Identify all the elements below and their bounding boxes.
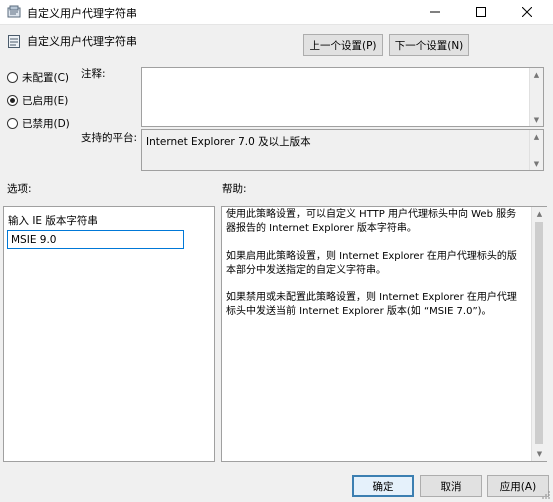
radio-label: 已禁用(D) xyxy=(22,118,70,130)
platform-scrollbar[interactable]: ▲ ▼ xyxy=(529,130,543,170)
supported-platform-label: 支持的平台: xyxy=(81,132,138,144)
close-button[interactable] xyxy=(504,0,550,24)
radio-button[interactable] xyxy=(7,118,18,129)
scroll-down-arrow-icon[interactable]: ▼ xyxy=(532,447,547,461)
help-paragraph: 使用此策略设置，可以自定义 HTTP 用户代理标头中向 Web 服务器报告的 I… xyxy=(226,209,517,234)
comment-scrollbar[interactable]: ▲ ▼ xyxy=(529,68,543,126)
help-label: 帮助: xyxy=(222,183,247,195)
ok-button[interactable]: 确定 xyxy=(352,475,414,497)
help-panel xyxy=(221,206,547,462)
comment-label: 注释: xyxy=(81,68,106,80)
policy-setting-icon xyxy=(8,35,20,48)
setting-title: 自定义用户代理字符串 xyxy=(27,35,137,48)
ie-version-string-input[interactable] xyxy=(7,230,184,249)
supported-platform-box: Internet Explorer 7.0 及以上版本 ▲ ▼ xyxy=(141,129,544,171)
minimize-button[interactable] xyxy=(412,0,458,24)
policy-window-icon xyxy=(7,5,21,18)
window-title: 自定义用户代理字符串 xyxy=(27,7,137,20)
next-setting-button[interactable]: 下一个设置(N) xyxy=(389,34,469,56)
scroll-down-arrow-icon[interactable]: ▼ xyxy=(530,157,543,170)
maximize-button[interactable] xyxy=(458,0,504,24)
ie-version-string-label: 输入 IE 版本字符串 xyxy=(8,215,98,227)
minimize-icon xyxy=(430,11,440,13)
radio-button[interactable] xyxy=(7,95,18,106)
supported-platform-value: Internet Explorer 7.0 及以上版本 xyxy=(146,136,311,148)
apply-button[interactable]: 应用(A) xyxy=(487,475,549,497)
options-label: 选项: xyxy=(7,183,32,195)
maximize-icon xyxy=(476,7,486,17)
scroll-thumb[interactable] xyxy=(535,222,543,444)
radio-disabled[interactable]: 已禁用(D) xyxy=(7,116,70,131)
scroll-down-arrow-icon[interactable]: ▼ xyxy=(530,113,543,126)
comment-textarea[interactable]: ▲ ▼ xyxy=(141,67,544,127)
resize-grip-icon[interactable] xyxy=(541,490,551,500)
cancel-button[interactable]: 取消 xyxy=(420,475,482,497)
radio-label: 未配置(C) xyxy=(22,72,70,84)
radio-button[interactable] xyxy=(7,72,18,83)
previous-setting-button[interactable]: 上一个设置(P) xyxy=(303,34,383,56)
help-paragraph: 如果禁用或未配置此策略设置，则 Internet Explorer 在用户代理标… xyxy=(226,292,517,317)
help-scrollbar[interactable]: ▲ ▼ xyxy=(531,207,547,461)
close-icon xyxy=(522,7,532,17)
radio-enabled[interactable]: 已启用(E) xyxy=(7,93,68,108)
scroll-up-arrow-icon[interactable]: ▲ xyxy=(530,68,543,81)
help-paragraph: 如果启用此策略设置，则 Internet Explorer 在用户代理标头的版本… xyxy=(226,251,517,276)
radio-label: 已启用(E) xyxy=(22,95,69,107)
scroll-up-arrow-icon[interactable]: ▲ xyxy=(532,207,547,221)
radio-not-configured[interactable]: 未配置(C) xyxy=(7,70,69,85)
scroll-up-arrow-icon[interactable]: ▲ xyxy=(530,130,543,143)
